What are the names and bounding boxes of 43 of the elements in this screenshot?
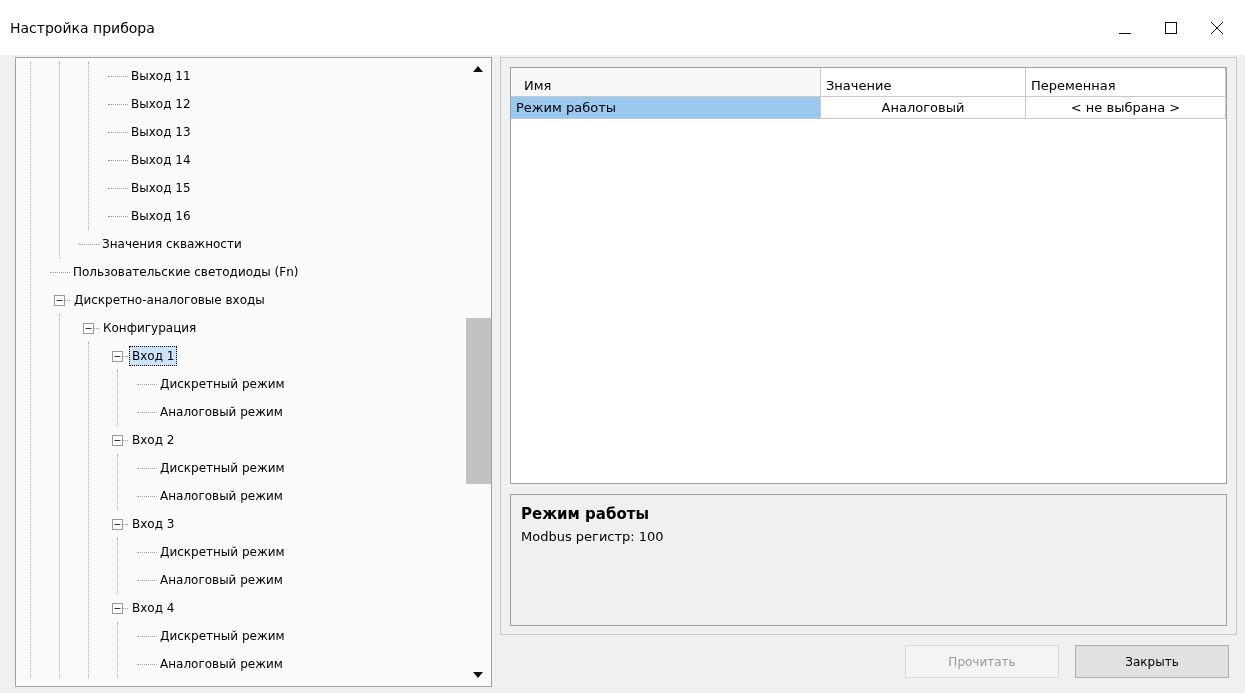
tree-item[interactable]: Значения скважности: [99, 234, 245, 254]
tree-item[interactable]: Дискретный режим: [157, 542, 288, 562]
dialog-button[interactable]: Закрыть: [1075, 645, 1229, 678]
description-title: Режим работы: [521, 505, 650, 523]
tree-item[interactable]: Дискретно-аналоговые входы: [71, 290, 268, 310]
scroll-down-icon[interactable]: [473, 672, 483, 678]
tree-item[interactable]: Дискретный режим: [157, 458, 288, 478]
tree-item[interactable]: Выход 12: [128, 94, 194, 114]
tree-item[interactable]: Конфигурация: [100, 318, 200, 338]
tree-item[interactable]: Выход 16: [128, 206, 194, 226]
table-cell[interactable]: Режим работы: [511, 97, 821, 119]
window-title: Настройка прибора: [10, 19, 155, 36]
tree-item[interactable]: Вход 1: [129, 346, 178, 366]
column-header[interactable]: Переменная: [1026, 68, 1226, 97]
scroll-up-icon[interactable]: [473, 66, 483, 72]
tree-item[interactable]: Вход 4: [129, 598, 178, 618]
maximize-icon[interactable]: [1165, 21, 1177, 34]
description-text: Modbus регистр: 100: [521, 529, 665, 544]
table-cell[interactable]: Аналоговый: [821, 97, 1026, 119]
close-icon[interactable]: [1211, 21, 1223, 34]
tree-item[interactable]: Аналоговый режим: [157, 570, 286, 590]
table-cell[interactable]: < не выбрана >: [1026, 97, 1226, 119]
collapse-icon[interactable]: [112, 602, 123, 614]
tree-item[interactable]: Выход 14: [128, 150, 194, 170]
tree-item[interactable]: Аналоговый режим: [157, 486, 286, 506]
tree-item[interactable]: Пользовательские светодиоды (Fn): [70, 262, 302, 282]
column-header[interactable]: Значение: [821, 68, 1026, 97]
collapse-icon[interactable]: [54, 294, 65, 306]
collapse-icon[interactable]: [112, 518, 123, 530]
tree-item[interactable]: Вход 3: [129, 514, 178, 534]
tree-item[interactable]: Вход 2: [129, 430, 178, 450]
collapse-icon[interactable]: [112, 434, 123, 446]
tree-item[interactable]: Выход 11: [128, 66, 194, 86]
tree-item[interactable]: Выход 13: [128, 122, 194, 142]
collapse-icon[interactable]: [112, 350, 123, 362]
tree-item[interactable]: Дискретный режим: [157, 626, 288, 646]
column-header[interactable]: Имя: [511, 68, 821, 97]
tree-item[interactable]: Выход 15: [128, 178, 194, 198]
tree-item[interactable]: Дискретный режим: [157, 374, 288, 394]
collapse-icon[interactable]: [83, 322, 94, 334]
scrollbar-thumb[interactable]: [466, 318, 491, 484]
tree-item[interactable]: Аналоговый режим: [157, 654, 286, 674]
tree-item[interactable]: Аналоговый режим: [157, 402, 286, 422]
